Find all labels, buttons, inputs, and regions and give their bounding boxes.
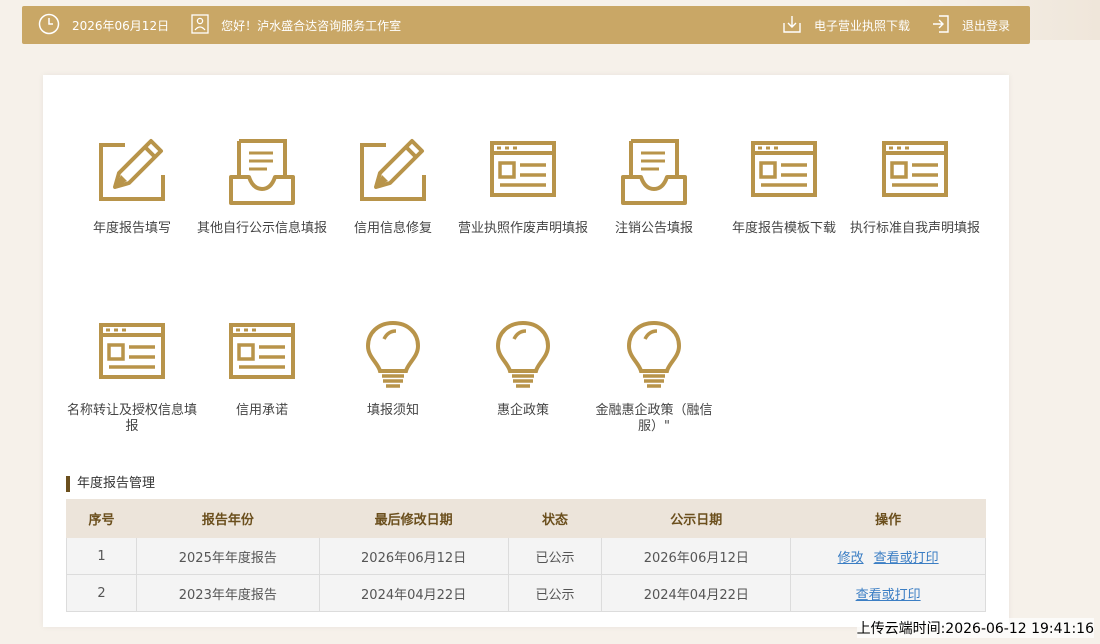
- tile-finance-policy[interactable]: 金融惠企政策（融信服）": [588, 319, 720, 435]
- browser-window-icon: [99, 323, 165, 379]
- cell-actions: 查看或打印: [790, 574, 986, 612]
- view-print-link[interactable]: 查看或打印: [856, 588, 921, 603]
- greeting-text: 您好！泸水盛合达咨询服务工作室: [221, 18, 402, 33]
- license-download-button[interactable]: 电子营业执照下载: [782, 14, 910, 37]
- tile-business-policy[interactable]: 惠企政策: [457, 319, 589, 419]
- upload-timestamp-watermark: 上传云端时间:2026-06-12 19:41:16: [856, 618, 1094, 638]
- browser-window-icon: [490, 141, 556, 197]
- tile-label: 信用信息修复: [353, 221, 432, 236]
- section-title: 年度报告管理: [66, 476, 155, 492]
- column-header: 操作: [790, 499, 986, 538]
- column-header: 状态: [507, 499, 603, 538]
- cell-status: 已公示: [507, 574, 603, 612]
- tile-label: 年度报告填写: [92, 221, 171, 236]
- logout-label: 退出登录: [961, 18, 1010, 33]
- pencil-form-icon: [360, 139, 426, 201]
- download-icon: [782, 14, 802, 37]
- tile-label: 注销公告填报: [614, 221, 693, 236]
- pencil-form-icon: [99, 139, 165, 201]
- tile-cancellation-notice[interactable]: 注销公告填报: [588, 137, 720, 237]
- lightbulb-icon: [366, 321, 420, 388]
- tile-standard-declaration[interactable]: 执行标准自我声明填报: [849, 137, 981, 237]
- tile-template-download[interactable]: 年度报告模板下载: [718, 137, 850, 237]
- cell-status: 已公示: [507, 537, 603, 575]
- tile-credit-commitment[interactable]: 信用承诺: [196, 319, 328, 419]
- cell-published: 2026年06月12日: [601, 537, 792, 575]
- cell-year: 2025年年度报告: [135, 537, 320, 575]
- tile-filing-guide[interactable]: 填报须知: [327, 319, 459, 419]
- tile-label: 其他自行公示信息填报: [196, 221, 327, 236]
- lightbulb-icon: [627, 321, 681, 388]
- tile-label: 金融惠企政策（融信服）": [595, 403, 713, 434]
- annual-report-table: 序号 报告年份 最后修改日期 状态 公示日期 操作 1 2025年年度报告 20…: [66, 499, 986, 612]
- tile-label: 年度报告模板下载: [731, 221, 836, 236]
- tile-license-void[interactable]: 营业执照作废声明填报: [457, 137, 589, 237]
- cell-modified: 2026年06月12日: [318, 537, 509, 575]
- top-bar: 2026年06月12日 您好！泸水盛合达咨询服务工作室 电子营业执照下载 退出登…: [22, 6, 1030, 44]
- table-header-row: 序号 报告年份 最后修改日期 状态 公示日期 操作: [66, 499, 986, 538]
- clock-icon: [38, 13, 60, 38]
- inbox-document-icon: [229, 139, 295, 205]
- browser-window-icon: [882, 141, 948, 197]
- user-greeting: 您好！泸水盛合达咨询服务工作室: [191, 13, 402, 37]
- date-display: 2026年06月12日: [38, 13, 169, 38]
- tile-label: 填报须知: [366, 403, 419, 418]
- tile-credit-repair[interactable]: 信用信息修复: [327, 137, 459, 237]
- logout-button[interactable]: 退出登录: [932, 14, 1010, 37]
- cell-index: 2: [66, 574, 137, 612]
- inbox-document-icon: [621, 139, 687, 205]
- current-date: 2026年06月12日: [72, 18, 170, 33]
- cell-index: 1: [66, 537, 137, 575]
- tile-other-disclosure[interactable]: 其他自行公示信息填报: [196, 137, 328, 237]
- column-header: 公示日期: [601, 499, 792, 538]
- edit-link[interactable]: 修改: [838, 551, 864, 566]
- cell-actions: 修改 查看或打印: [790, 537, 986, 575]
- cell-published: 2024年04月22日: [601, 574, 792, 612]
- browser-window-icon: [229, 323, 295, 379]
- table-row: 1 2025年年度报告 2026年06月12日 已公示 2026年06月12日 …: [66, 537, 986, 575]
- column-header: 序号: [66, 499, 137, 538]
- logout-icon: [932, 14, 950, 37]
- tile-label: 名称转让及授权信息填报: [66, 403, 197, 434]
- license-download-label: 电子营业执照下载: [813, 18, 910, 33]
- tile-label: 信用承诺: [235, 403, 288, 418]
- cell-year: 2023年年度报告: [135, 574, 320, 612]
- user-badge-icon: [191, 13, 209, 37]
- main-panel: 年度报告填写 其他自行公示信息填报 信用信息修复 营业执照作废声明填报 注销公告…: [43, 75, 1009, 627]
- tile-label: 执行标准自我声明填报: [849, 221, 980, 236]
- tile-annual-report-fill[interactable]: 年度报告填写: [66, 137, 198, 237]
- cell-modified: 2024年04月22日: [318, 574, 509, 612]
- tile-label: 惠企政策: [496, 403, 549, 418]
- column-header: 最后修改日期: [318, 499, 509, 538]
- tile-name-transfer[interactable]: 名称转让及授权信息填报: [66, 319, 198, 435]
- lightbulb-icon: [496, 321, 550, 388]
- table-row: 2 2023年年度报告 2024年04月22日 已公示 2024年04月22日 …: [66, 574, 986, 612]
- column-header: 报告年份: [135, 499, 320, 538]
- browser-window-icon: [751, 141, 817, 197]
- view-print-link[interactable]: 查看或打印: [874, 551, 939, 566]
- tile-label: 营业执照作废声明填报: [457, 221, 588, 236]
